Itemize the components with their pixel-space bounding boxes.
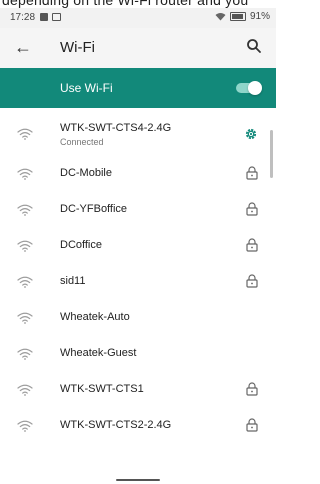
lock-icon — [246, 274, 258, 288]
network-row[interactable]: DC-YFBoffice — [0, 192, 276, 228]
gear-icon[interactable] — [244, 127, 258, 141]
image-notification-icon — [40, 13, 48, 21]
wifi-toggle[interactable] — [234, 81, 262, 95]
search-icon[interactable] — [246, 38, 262, 54]
network-name: Wheatek-Auto — [60, 311, 130, 323]
wifi-signal-icon — [17, 312, 33, 324]
clipped-text-strip: depending on the Wi-Fi router and you — [0, 0, 276, 8]
network-row[interactable]: DCoffice — [0, 228, 276, 264]
lock-icon — [246, 238, 258, 252]
network-row[interactable]: WTK-SWT-CTS2-2.4G — [0, 408, 276, 444]
status-time: 17:28 — [10, 12, 36, 23]
toggle-thumb — [248, 81, 262, 95]
lock-icon — [246, 382, 258, 396]
network-name: Wheatek-Guest — [60, 347, 137, 359]
network-name: WTK-SWT-CTS1 — [60, 383, 144, 395]
lock-icon — [246, 166, 258, 180]
scrollbar-thumb[interactable] — [270, 130, 273, 178]
network-row[interactable]: sid11 — [0, 264, 276, 300]
gesture-nav-handle[interactable] — [116, 479, 160, 481]
network-name: DC-YFBoffice — [60, 203, 128, 215]
notification-icons — [40, 13, 61, 21]
wifi-signal-icon — [215, 13, 226, 21]
network-name: WTK-SWT-CTS2-2.4G — [60, 419, 172, 431]
battery-level: 91% — [249, 11, 270, 22]
use-wifi-switch-row[interactable]: Use Wi-Fi — [0, 68, 276, 108]
back-arrow-icon[interactable]: ← — [14, 37, 32, 58]
status-bar: 17:28 91% — [0, 8, 276, 28]
wifi-signal-icon — [17, 240, 33, 252]
network-name: sid11 — [60, 275, 86, 287]
wifi-signal-icon — [17, 128, 33, 140]
network-name: DCoffice — [60, 239, 102, 251]
network-row[interactable]: WTK-SWT-CTS1 — [0, 372, 276, 408]
network-name: DC-Mobile — [60, 167, 112, 179]
wifi-signal-icon — [17, 276, 33, 288]
mail-notification-icon — [52, 13, 61, 21]
network-name: WTK-SWT-CTS4-2.4G — [60, 122, 172, 134]
network-row[interactable]: Wheatek-Guest — [0, 336, 276, 372]
lock-icon — [246, 418, 258, 432]
wifi-signal-icon — [17, 348, 33, 360]
battery-icon — [229, 12, 246, 21]
wifi-signal-icon — [17, 168, 33, 180]
use-wifi-label: Use Wi-Fi — [60, 81, 113, 95]
clipped-text: depending on the Wi-Fi router and you — [2, 0, 249, 8]
wifi-signal-icon — [17, 420, 33, 432]
network-row[interactable]: DC-Mobile — [0, 156, 276, 192]
network-row[interactable]: Wheatek-Auto — [0, 300, 276, 336]
network-status: Connected — [60, 137, 104, 147]
page-title: Wi-Fi — [60, 39, 95, 56]
status-right: 91% — [215, 11, 270, 22]
wifi-signal-icon — [17, 204, 33, 216]
network-list: WTK-SWT-CTS4-2.4G Connected DC-Mobile DC… — [0, 112, 276, 444]
network-row-connected[interactable]: WTK-SWT-CTS4-2.4G Connected — [0, 112, 276, 156]
wifi-signal-icon — [17, 384, 33, 396]
app-toolbar: ← Wi-Fi — [0, 28, 276, 68]
lock-icon — [246, 202, 258, 216]
